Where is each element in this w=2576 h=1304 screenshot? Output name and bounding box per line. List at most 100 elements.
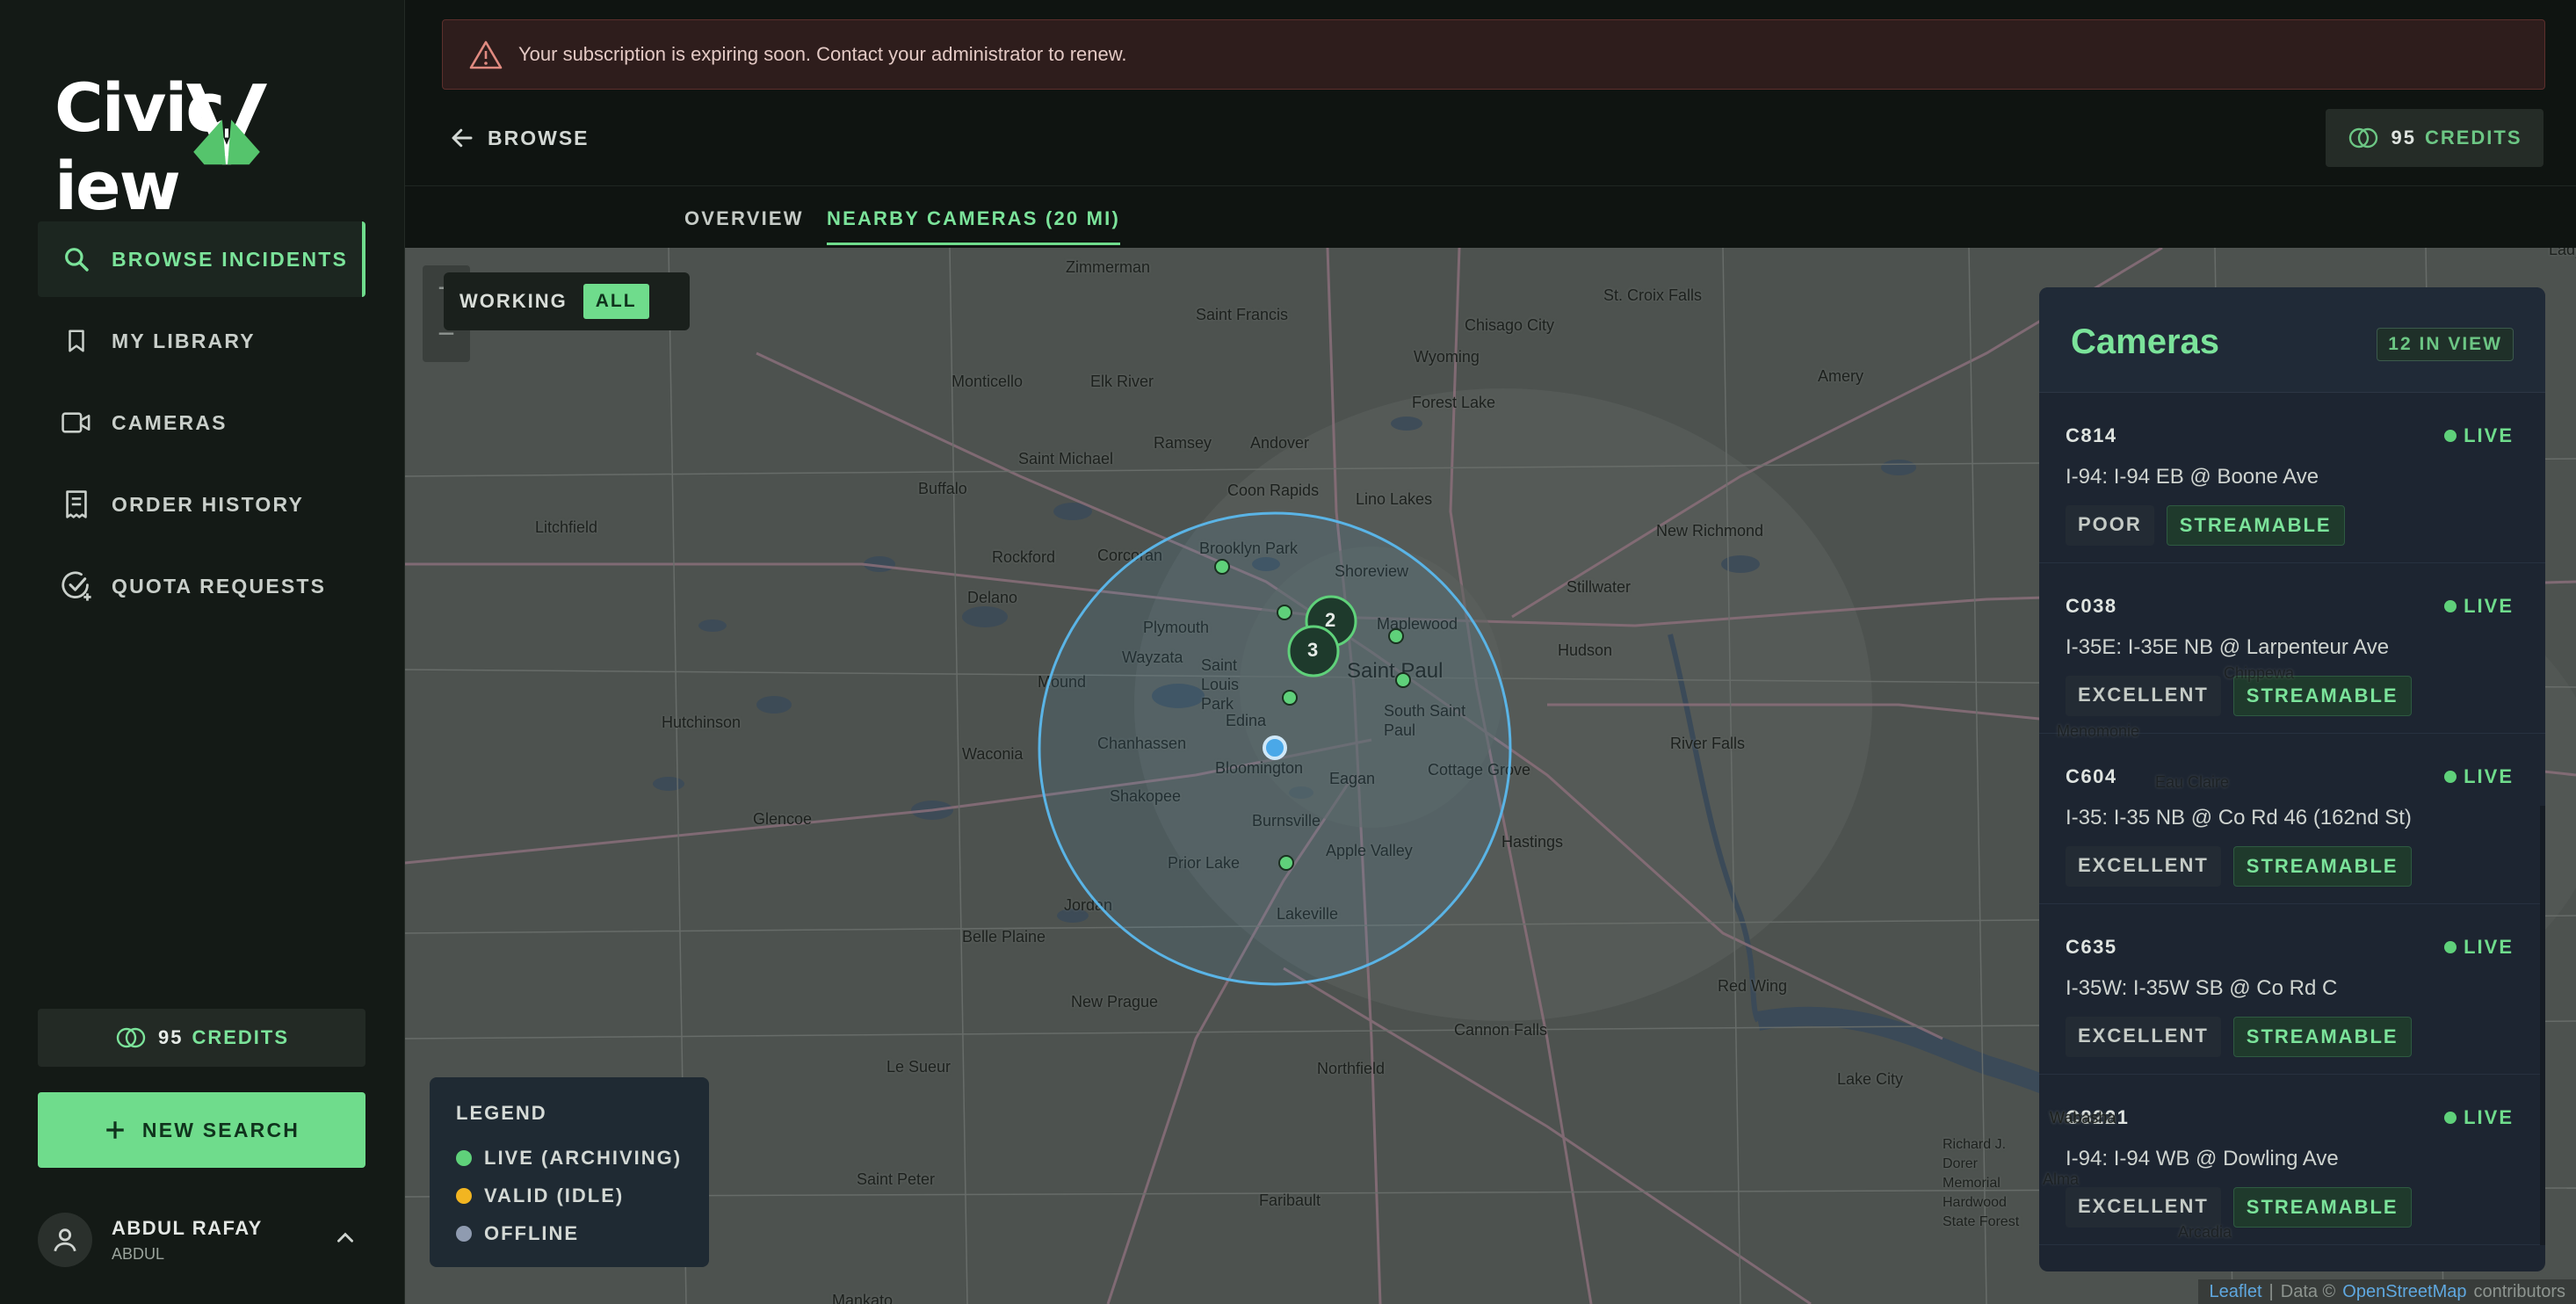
sidebar-item-order-history[interactable]: ORDER HISTORY	[38, 467, 365, 542]
video-camera-icon	[59, 405, 94, 440]
user-name: ABDUL RAFAY	[112, 1216, 263, 1239]
place-label: Mankato	[832, 1292, 894, 1304]
camera-status-label: LIVE	[2464, 765, 2514, 787]
sidebar-credits-badge[interactable]: 95 CREDITS	[38, 1009, 365, 1067]
credits-value: 95	[157, 1026, 184, 1048]
sidebar-item-label: ORDER HISTORY	[112, 492, 305, 516]
tab-nearby-cameras[interactable]: NEARBY CAMERAS (20 MI)	[827, 207, 1121, 245]
sidebar-item-quota-requests[interactable]: QUOTA REQUESTS	[38, 548, 365, 624]
attribution-contrib: contributors	[2473, 1281, 2566, 1301]
legend-label: LIVE (ARCHIVING)	[484, 1146, 683, 1169]
camera-list-item[interactable]: C635 LIVE I-35W: I-35W SB @ Co Rd C EXCE…	[2039, 904, 2545, 1075]
sidebar-item-browse-incidents[interactable]: BROWSE INCIDENTS	[38, 221, 365, 297]
camera-id: C814	[2066, 424, 2117, 446]
logo-text-b: iew	[54, 147, 181, 225]
legend-label: OFFLINE	[484, 1221, 580, 1244]
back-label: BROWSE	[488, 126, 590, 149]
quality-badge: EXCELLENT	[2066, 1187, 2221, 1228]
cluster-count[interactable]: 3	[1307, 639, 1318, 662]
map-view[interactable]: Zimmerman Saint Francis St. Croix Falls …	[405, 248, 2576, 1304]
quality-badge: POOR	[2066, 505, 2154, 546]
user-sub: ABDUL	[112, 1244, 165, 1263]
tab-overview[interactable]: OVERVIEW	[684, 207, 804, 243]
legend-item-valid: VALID (IDLE)	[456, 1177, 709, 1214]
camera-list-item[interactable]: C814 LIVE I-94: I-94 EB @ Boone Ave POOR…	[2039, 393, 2545, 563]
quality-badge: EXCELLENT	[2066, 676, 2221, 716]
live-dot-icon	[2444, 1112, 2457, 1124]
road-v-icon	[186, 83, 267, 165]
camera-status: LIVE	[2444, 936, 2514, 959]
camera-location: I-35W: I-35W SB @ Co Rd C	[2066, 976, 2338, 1000]
live-dot-icon	[2444, 600, 2457, 612]
check-badge-icon	[59, 569, 94, 604]
user-menu[interactable]: ABDUL RAFAY ABDUL	[38, 1202, 365, 1278]
sidebar: Civiciew BROWSE INCIDENTS MY LIBRARY CAM…	[0, 0, 405, 1304]
camera-location: I-94: I-94 EB @ Boone Ave	[2066, 465, 2319, 489]
attribution-sep: |	[2268, 1281, 2274, 1301]
camera-marker	[1214, 559, 1230, 575]
camera-list-item[interactable]: C8221 LIVE I-94: I-94 WB @ Dowling Ave E…	[2039, 1075, 2545, 1245]
camera-location: I-35E: I-35E NB @ Larpenteur Ave	[2066, 635, 2390, 659]
leaflet-link[interactable]: Leaflet	[2209, 1282, 2261, 1302]
filter-all-option[interactable]: ALL	[582, 284, 649, 319]
new-search-label: NEW SEARCH	[141, 1118, 300, 1141]
cluster-count[interactable]: 2	[1325, 609, 1335, 632]
new-search-button[interactable]: NEW SEARCH	[38, 1092, 365, 1168]
camera-list-scrollbar[interactable]	[2540, 806, 2545, 1245]
credits-label: CREDITS	[2424, 127, 2522, 149]
camera-list-item[interactable]: C604 LIVE I-35: I-35 NB @ Co Rd 46 (162n…	[2039, 734, 2545, 904]
map-attribution: Leaflet | Data © OpenStreetMap contribut…	[2198, 1279, 2576, 1304]
cameras-in-view-badge: 12 IN VIEW	[2377, 328, 2514, 361]
credits-value: 95	[2391, 127, 2416, 149]
camera-marker	[1278, 855, 1294, 871]
sidebar-item-my-library[interactable]: MY LIBRARY	[38, 303, 365, 379]
streamable-badge: STREAMABLE	[2232, 1187, 2412, 1228]
quality-badge: EXCELLENT	[2066, 846, 2221, 887]
filter-working-option[interactable]: WORKING	[459, 290, 568, 313]
user-icon	[54, 1228, 76, 1252]
camera-marker	[1277, 605, 1292, 620]
camera-status-label: LIVE	[2464, 936, 2514, 958]
quality-badge: EXCELLENT	[2066, 1017, 2221, 1057]
header-credits-badge[interactable]: 95 CREDITS	[2326, 109, 2543, 167]
camera-status: LIVE	[2444, 1106, 2514, 1129]
plus-icon	[106, 1121, 124, 1139]
place-label: Richard J. Dorer Memorial Hardwood State…	[1943, 1137, 2020, 1229]
legend-item-offline: OFFLINE	[456, 1214, 709, 1252]
warning-icon	[469, 40, 503, 69]
sidebar-nav: BROWSE INCIDENTS MY LIBRARY CAMERAS ORDE…	[38, 221, 365, 630]
civicview-logo[interactable]: Civiciew	[54, 69, 353, 225]
legend-label: VALID (IDLE)	[484, 1184, 625, 1206]
camera-list-item[interactable]: C038 LIVE I-35E: I-35E NB @ Larpenteur A…	[2039, 563, 2545, 734]
sidebar-item-label: QUOTA REQUESTS	[112, 574, 327, 598]
camera-location: I-35: I-35 NB @ Co Rd 46 (162nd St)	[2066, 806, 2412, 829]
camera-status-label: LIVE	[2464, 1106, 2514, 1128]
camera-marker	[1388, 628, 1404, 644]
offline-dot-icon	[456, 1225, 472, 1242]
alert-text: Your subscription is expiring soon. Cont…	[518, 43, 1127, 65]
back-button[interactable]: BROWSE	[449, 125, 590, 151]
chevron-up-icon[interactable]	[334, 1227, 357, 1250]
place-label: Menomonie	[2057, 722, 2140, 740]
search-icon	[59, 242, 94, 277]
sidebar-item-cameras[interactable]: CAMERAS	[38, 385, 365, 460]
camera-location: I-94: I-94 WB @ Dowling Ave	[2066, 1147, 2339, 1170]
coins-icon	[2349, 127, 2378, 149]
camera-id: C604	[2066, 765, 2117, 787]
camera-status: LIVE	[2444, 595, 2514, 618]
cameras-panel-title: Cameras	[2071, 322, 2220, 361]
live-dot-icon	[2444, 430, 2457, 442]
place-label: Eau Claire	[2155, 773, 2230, 791]
camera-marker	[1282, 690, 1298, 706]
main-content: Your subscription is expiring soon. Cont…	[405, 0, 2576, 1304]
sidebar-item-label: CAMERAS	[112, 410, 228, 434]
idle-dot-icon	[456, 1187, 472, 1204]
credits-label: CREDITS	[192, 1026, 290, 1048]
arrow-left-icon	[452, 128, 473, 148]
live-dot-icon	[456, 1149, 472, 1166]
camera-status: LIVE	[2444, 765, 2514, 788]
streamable-badge: STREAMABLE	[2166, 505, 2345, 546]
osm-link[interactable]: OpenStreetMap	[2342, 1282, 2466, 1302]
camera-status: LIVE	[2444, 424, 2514, 447]
sidebar-item-label: BROWSE INCIDENTS	[112, 247, 349, 271]
